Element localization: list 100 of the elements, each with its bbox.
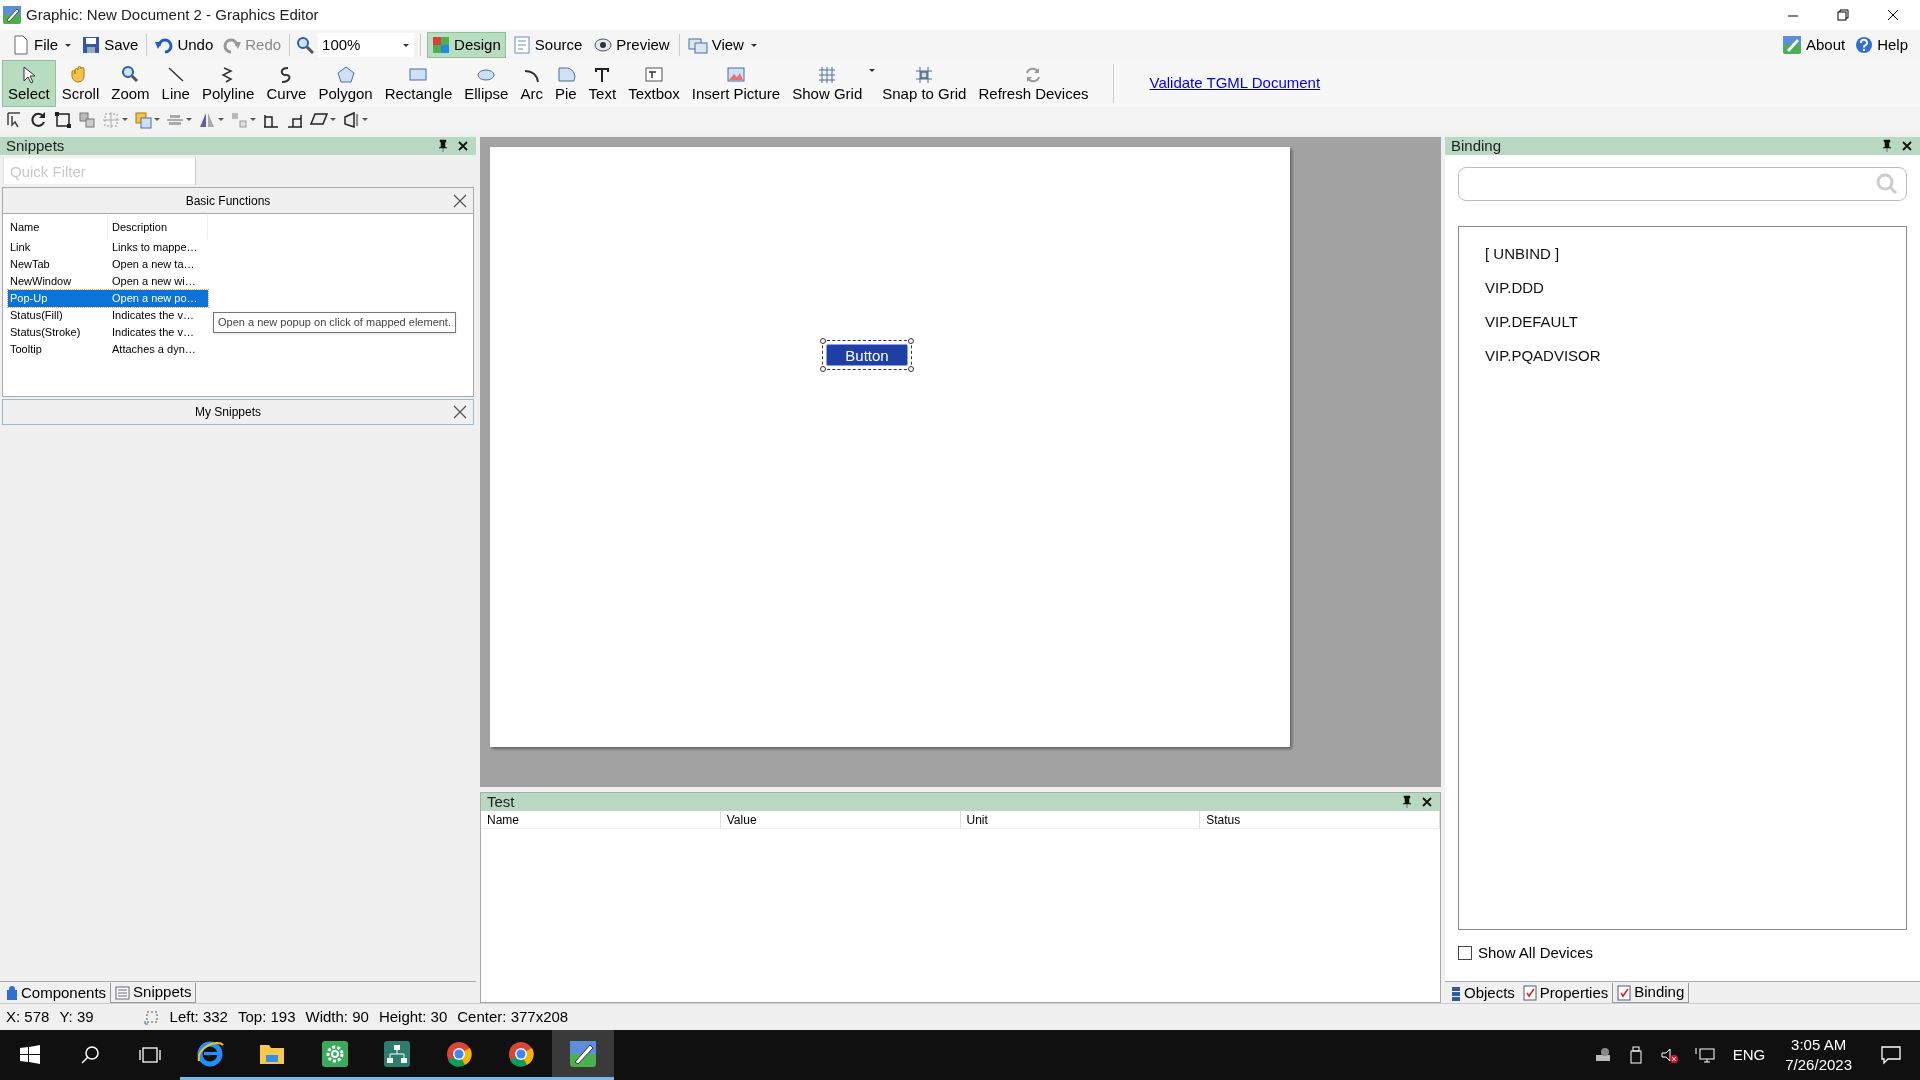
transform-icon[interactable]: [342, 111, 360, 129]
panel-tab[interactable]: Properties: [1518, 983, 1613, 1003]
panel-tab[interactable]: Objects: [1447, 983, 1519, 1003]
file-menu-button[interactable]: File: [8, 32, 77, 58]
pie-icon: [555, 64, 576, 85]
mode-tab[interactable]: Source: [507, 32, 588, 58]
column-header[interactable]: Value: [720, 810, 961, 829]
tool-button[interactable]: Textbox: [622, 60, 686, 107]
dropdown-caret-icon[interactable]: [250, 118, 256, 122]
list-item[interactable]: VIP.DDD: [1459, 271, 1906, 305]
snippet-description: Indicates the v…: [111, 325, 195, 341]
column-header[interactable]: Name: [8, 215, 108, 239]
windows-logo-icon[interactable]: [20, 1045, 40, 1065]
undo-button[interactable]: Undo: [151, 32, 218, 58]
flip-icon[interactable]: [198, 111, 216, 129]
network-monitor-icon[interactable]: [1694, 1046, 1715, 1064]
list-row[interactable]: NewWindow Open a new wi…: [8, 273, 208, 290]
close-icon[interactable]: [453, 193, 467, 208]
snippet-description: Indicates the v…: [111, 308, 195, 324]
resize-handle[interactable]: [820, 338, 826, 344]
resize-handle[interactable]: [908, 338, 914, 344]
tool-button[interactable]: Ellipse: [458, 60, 515, 107]
language-indicator[interactable]: ENG: [1732, 1043, 1766, 1067]
list-item[interactable]: VIP.PQADVISOR: [1459, 339, 1906, 373]
magnifier-icon: [120, 64, 141, 85]
tool-button[interactable]: Refresh Devices: [972, 60, 1095, 107]
status-width: Width: 90: [305, 1006, 369, 1027]
tool-button[interactable]: Show Grid: [786, 60, 869, 107]
list-row[interactable]: Link Links to mappe…: [8, 239, 208, 256]
snippet-name: Status(Stroke): [9, 325, 82, 341]
tool-button[interactable]: Snap to Grid: [876, 60, 973, 107]
pin-icon[interactable]: [1400, 795, 1414, 809]
list-row[interactable]: Status(Fill) Indicates the v…: [8, 307, 208, 324]
tool-button[interactable]: Rectangle: [378, 60, 459, 107]
checkbox[interactable]: [1458, 946, 1472, 961]
tool-button[interactable]: Text: [582, 60, 623, 107]
resize-handle[interactable]: [820, 366, 826, 372]
network-drive-icon[interactable]: [1593, 1046, 1612, 1064]
restore-icon[interactable]: [1836, 8, 1850, 22]
column-header[interactable]: Unit: [960, 810, 1201, 829]
tool-button[interactable]: Arc: [514, 60, 549, 107]
close-icon[interactable]: [1900, 139, 1914, 153]
dropdown-caret-icon[interactable]: [868, 68, 877, 73]
tool-button[interactable]: Line: [155, 60, 196, 107]
close-icon[interactable]: [1886, 8, 1900, 22]
search-field[interactable]: [1458, 167, 1907, 201]
tool-button[interactable]: Curve: [260, 60, 313, 107]
list-row[interactable]: Tooltip Attaches a dyn…: [8, 341, 208, 358]
dropdown-caret-icon[interactable]: [218, 118, 224, 122]
resize-handle[interactable]: [908, 366, 914, 372]
close-icon[interactable]: [453, 405, 467, 419]
validate-link[interactable]: Validate TGML Document: [1149, 72, 1321, 95]
help-button[interactable]: Help: [1851, 32, 1912, 58]
list-row[interactable]: NewTab Open a new ta…: [8, 256, 208, 273]
search-icon[interactable]: [80, 1045, 100, 1065]
clock-date[interactable]: 7/26/2023: [1785, 1055, 1852, 1075]
list-row[interactable]: Pop-Up Open a new po…: [8, 290, 208, 307]
pen-app-icon: [1781, 35, 1802, 55]
tool-button[interactable]: Select: [2, 60, 56, 107]
list-item[interactable]: [ UNBIND ]: [1459, 237, 1906, 271]
pen-app-icon[interactable]: [552, 1030, 614, 1080]
muted-speaker-icon[interactable]: [1659, 1046, 1679, 1064]
tool-button[interactable]: Polyline: [195, 60, 261, 107]
panel-tab[interactable]: Snippets: [110, 983, 197, 1003]
mode-tab[interactable]: Design: [427, 32, 506, 58]
resize-frame-icon[interactable]: [54, 111, 72, 129]
pin-icon[interactable]: [436, 139, 450, 153]
list-row[interactable]: Status(Stroke) Indicates the v…: [8, 324, 208, 341]
group-icon[interactable]: [78, 111, 96, 129]
order-icon[interactable]: [134, 111, 152, 129]
dropdown-caret-icon[interactable]: [122, 118, 128, 122]
drawing-canvas[interactable]: Button: [490, 147, 1290, 747]
column-header[interactable]: Name: [481, 810, 721, 829]
dropdown-caret-icon[interactable]: [330, 118, 336, 122]
dropdown-caret-icon[interactable]: [186, 118, 192, 122]
rotate-icon[interactable]: [30, 111, 48, 129]
tool-button[interactable]: Scroll: [55, 60, 106, 107]
panel-tab[interactable]: Binding: [1612, 983, 1690, 1003]
panel-tab[interactable]: Components: [2, 983, 111, 1003]
close-icon[interactable]: [456, 139, 470, 153]
close-icon[interactable]: [1420, 795, 1434, 809]
tool-button[interactable]: Zoom: [105, 60, 156, 107]
zoom-dropdown[interactable]: 100%: [318, 33, 415, 57]
dropdown-caret-icon[interactable]: [362, 118, 368, 122]
about-button[interactable]: About: [1777, 32, 1850, 58]
tool-button[interactable]: Pie: [548, 60, 583, 107]
pin-icon[interactable]: [1880, 139, 1894, 153]
view-menu-button[interactable]: View: [683, 32, 762, 58]
column-header[interactable]: Description: [108, 215, 208, 239]
task-view-icon[interactable]: [139, 1045, 161, 1065]
tool-button[interactable]: Insert Picture: [685, 60, 787, 107]
mode-tab[interactable]: Preview: [589, 32, 675, 58]
tool-button[interactable]: Polygon: [312, 60, 379, 107]
usb-device-icon[interactable]: [1627, 1046, 1644, 1064]
save-button[interactable]: Save: [78, 32, 143, 58]
notification-icon[interactable]: [1880, 1044, 1902, 1066]
clock-time[interactable]: 3:05 AM: [1791, 1035, 1847, 1055]
dropdown-caret-icon[interactable]: [154, 118, 160, 122]
column-header[interactable]: Status: [1200, 810, 1440, 829]
list-item[interactable]: VIP.DEFAULT: [1459, 305, 1906, 339]
